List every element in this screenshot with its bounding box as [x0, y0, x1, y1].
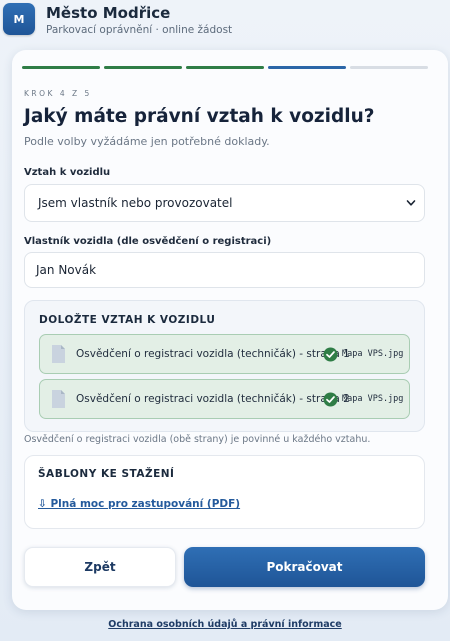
back-button[interactable]: Zpět: [24, 547, 176, 587]
progress-segment-5: [350, 66, 428, 69]
owner-input[interactable]: Jan Novák: [24, 252, 425, 288]
owner-label: Vlastník vozidla (dle osvědčení o regist…: [24, 236, 272, 247]
document-file-name: Mapa VPS.jpg: [342, 349, 404, 359]
document-upload-row[interactable]: Osvědčení o registraci vozidla (techničá…: [39, 334, 410, 374]
check-circle-icon: [323, 347, 338, 362]
step-label: KROK 4 Z 5: [24, 89, 92, 98]
document-name: Osvědčení o registraci vozidla (techničá…: [76, 348, 350, 360]
templates-section: [24, 455, 425, 529]
page-subtitle: Podle volby vyžádáme jen potřebné doklad…: [24, 135, 270, 148]
document-icon: [52, 390, 65, 408]
documents-note: Osvědčení o registraci vozidla (obě stra…: [24, 434, 371, 445]
app-header: M Město Modřice Parkovací oprávnění · on…: [0, 0, 450, 46]
owner-input-value: Jan Novák: [36, 263, 97, 277]
app-title: Město Modřice: [46, 4, 171, 22]
city-logo: M: [3, 3, 35, 35]
continue-button[interactable]: Pokračovat: [184, 547, 425, 587]
documents-title: DOLOŽTE VZTAH K VOZIDLU: [39, 314, 216, 326]
relation-select[interactable]: Jsem vlastník nebo provozovatel: [24, 184, 425, 222]
templates-title: ŠABLONY KE STAŽENÍ: [38, 468, 175, 480]
chevron-down-icon: [406, 200, 416, 206]
document-name: Osvědčení o registraci vozidla (techničá…: [76, 393, 350, 405]
page-title: Jaký máte právní vztah k vozidlu?: [24, 106, 375, 127]
relation-label: Vztah k vozidlu: [24, 167, 111, 178]
progress-segment-2: [104, 66, 182, 69]
step-progress: [22, 66, 428, 69]
document-upload-row[interactable]: Osvědčení o registraci vozidla (techničá…: [39, 379, 410, 419]
power-of-attorney-download-link[interactable]: ⇩ Plná moc pro zastupování (PDF): [38, 498, 240, 510]
progress-segment-1: [22, 66, 100, 69]
progress-segment-3: [186, 66, 264, 69]
relation-select-value: Jsem vlastník nebo provozovatel: [38, 196, 233, 210]
app-subtitle: Parkovací oprávnění · online žádost: [46, 24, 233, 36]
document-icon: [52, 345, 65, 363]
document-file-name: Mapa VPS.jpg: [342, 394, 404, 404]
privacy-link[interactable]: Ochrana osobních údajů a právní informac…: [0, 619, 450, 630]
progress-segment-4: [268, 66, 346, 69]
check-circle-icon: [323, 392, 338, 407]
